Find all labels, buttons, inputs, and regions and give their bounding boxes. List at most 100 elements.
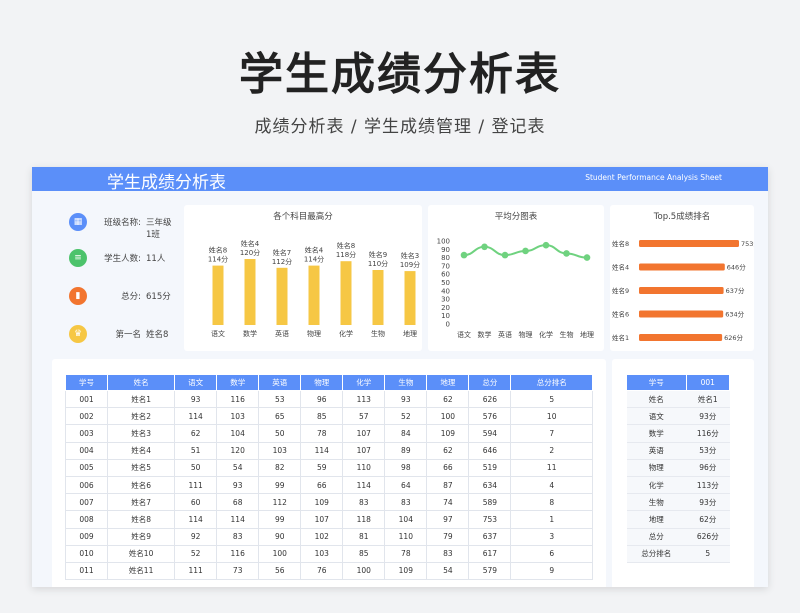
column-header: 英语: [258, 374, 302, 391]
x-tick-label: 数学: [478, 330, 492, 339]
y-tick-label: 40: [441, 287, 450, 295]
column-header: 语文: [174, 374, 218, 391]
table-cell: 114: [174, 510, 218, 529]
table-cell: 1: [510, 510, 593, 529]
table-cell: 8: [510, 493, 593, 512]
table-cell: 54: [426, 561, 470, 581]
bar-name-label: 姓名3: [401, 251, 419, 260]
detail-label: 总分: [626, 528, 687, 546]
banner-subtitle: Student Performance Analysis Sheet: [585, 173, 722, 182]
rank-value-label: 634分: [725, 310, 744, 319]
detail-value: 96分: [686, 459, 730, 477]
table-icon: ▦: [69, 213, 87, 231]
table-cell: 753: [468, 510, 512, 529]
table-cell: 107: [342, 441, 386, 460]
info-label: 总分:: [121, 292, 141, 302]
table-cell: 62: [426, 389, 470, 409]
table-cell: 姓名11: [107, 561, 176, 581]
table-cell: 114: [342, 475, 386, 495]
student-id-select[interactable]: 001: [685, 374, 731, 391]
rank-value-label: 626分: [724, 333, 743, 342]
bar-value-label: 114分: [304, 255, 324, 264]
x-tick-label: 物理: [519, 330, 533, 339]
x-tick-label: 地理: [403, 329, 417, 338]
table-cell: 519: [468, 458, 512, 477]
table-cell: 617: [468, 544, 512, 563]
average-point: [563, 250, 570, 257]
column-header: 物理: [300, 374, 344, 391]
top5-chart: Top.5成绩排名 姓名8753分姓名4646分姓名9637分姓名6634分姓名…: [610, 205, 754, 351]
table-cell: 114: [216, 510, 260, 529]
bar: [212, 265, 224, 325]
detail-row: 物理 96分: [626, 459, 730, 477]
rank-value-label: 753分: [741, 239, 754, 248]
table-cell: 112: [258, 493, 302, 512]
table-cell: 111: [174, 561, 218, 581]
bar: [372, 270, 384, 325]
bar-value-label: 109分: [400, 260, 420, 269]
average-point: [542, 241, 550, 249]
detail-row: 生物 93分: [626, 493, 730, 512]
max-score-svg: 姓名8114分语文姓名4120分数学姓名7112分英语姓名4114分物理姓名81…: [208, 239, 420, 338]
x-tick-label: 语文: [457, 330, 471, 339]
table-cell: 116: [216, 544, 260, 563]
x-tick-label: 英语: [498, 330, 512, 339]
bar-value-label: 112分: [272, 257, 292, 266]
table-row: 006 姓名6 111 93 99 66 114 64 87 634 4: [64, 475, 593, 495]
table-cell: 002: [64, 407, 109, 426]
rank-bar: [639, 263, 725, 271]
table-cell: 84: [384, 424, 428, 443]
table-cell: 83: [384, 493, 428, 512]
detail-label: 英语: [626, 442, 687, 460]
table-cell: 90: [258, 527, 302, 546]
table-cell: 104: [216, 424, 260, 443]
column-header: 数学: [216, 374, 260, 391]
table-cell: 576: [468, 407, 512, 426]
table-cell: 634: [468, 475, 512, 495]
table-cell: 100: [258, 544, 302, 563]
y-tick-label: 70: [441, 262, 450, 270]
table-cell: 011: [64, 561, 109, 581]
table-cell: 89: [384, 441, 428, 460]
rank-bar: [639, 334, 723, 341]
table-cell: 99: [258, 510, 302, 529]
rank-value-label: 637分: [726, 286, 745, 295]
y-tick-label: 20: [441, 304, 450, 312]
table-cell: 78: [300, 424, 344, 443]
column-header: 生物: [384, 374, 428, 391]
table-cell: 96: [300, 389, 344, 409]
table-row: 002 姓名2 114 103 65 85 57 52 100 576 10: [64, 407, 593, 426]
table-cell: 110: [342, 458, 386, 477]
table-cell: 52: [384, 407, 428, 426]
average-point: [460, 251, 468, 259]
table-cell: 007: [64, 493, 109, 512]
rank-name-label: 姓名9: [612, 286, 629, 295]
student-detail-table: 学号 001 姓名 姓名1 语文 93分 数学 116分 英语 53分 物理 96分 化学 113分生…: [626, 374, 731, 563]
detail-value: 62分: [686, 510, 730, 529]
detail-header-label: 学号: [626, 374, 687, 391]
table-cell: 11: [510, 458, 593, 477]
y-tick-label: 100: [437, 238, 450, 246]
table-cell: 103: [216, 407, 260, 426]
table-row: 008 姓名8 114 114 99 107 118 104 97 753 1: [64, 510, 593, 529]
bar: [340, 261, 352, 325]
table-row: 001 姓名1 93 116 53 96 113 93 62 626 5: [64, 389, 593, 409]
info-row-students: ≡ 学生人数: 11人: [48, 241, 176, 275]
table-row: 007 姓名7 60 68 112 109 83 83 74 589 8: [64, 493, 593, 512]
table-cell: 6: [510, 544, 593, 563]
page-title: 学生成绩分析表: [239, 49, 561, 100]
table-cell: 73: [216, 561, 260, 581]
table-cell: 006: [64, 475, 109, 495]
table-cell: 64: [384, 475, 428, 495]
detail-label: 姓名: [626, 390, 687, 409]
table-cell: 113: [342, 389, 386, 409]
info-label: 班级名称:: [104, 218, 141, 228]
bar-chart-icon: ▮: [69, 287, 87, 305]
x-tick-label: 化学: [339, 329, 353, 338]
table-row: 009 姓名9 92 83 90 102 81 110 79 637 3: [64, 527, 593, 546]
table-cell: 99: [258, 475, 302, 495]
table-cell: 姓名7: [107, 493, 176, 512]
detail-row: 姓名 姓名1: [626, 390, 730, 409]
table-cell: 81: [342, 527, 386, 546]
column-header: 学号: [64, 374, 109, 391]
